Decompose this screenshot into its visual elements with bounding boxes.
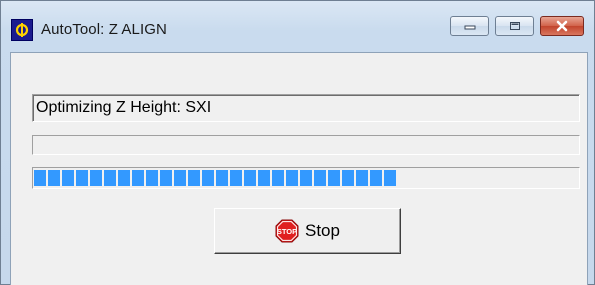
minimize-icon — [464, 25, 475, 30]
progress-bar — [32, 167, 580, 189]
maximize-button[interactable] — [495, 16, 534, 36]
maximize-icon — [509, 22, 520, 30]
stop-sign-icon: STOP — [275, 219, 299, 243]
dialog-content: Optimizing Z Height: SXI STOP Stop — [10, 52, 588, 285]
secondary-progress-bar — [32, 135, 580, 155]
stop-button-label: Stop — [305, 221, 340, 240]
window-title: AutoTool: Z ALIGN — [41, 21, 167, 38]
title-bar[interactable]: AutoTool: Z ALIGN — [1, 1, 594, 53]
close-icon — [556, 20, 568, 32]
caption-buttons — [450, 16, 584, 38]
stop-button[interactable]: STOP Stop — [214, 208, 401, 254]
minimize-button[interactable] — [450, 16, 489, 36]
status-message: Optimizing Z Height: SXI — [32, 94, 580, 122]
phi-logo-icon[interactable] — [11, 19, 33, 41]
autotool-window: AutoTool: Z ALIGN Optimizing Z Height: S… — [0, 0, 595, 285]
progress-bar-fill — [34, 170, 399, 186]
close-button[interactable] — [540, 16, 584, 36]
svg-text:STOP: STOP — [277, 227, 297, 236]
